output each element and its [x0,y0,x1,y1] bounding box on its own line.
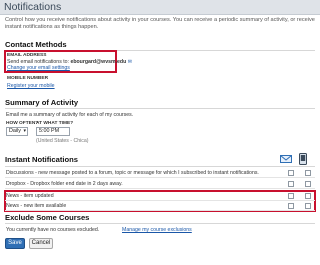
window-title: Notifications [4,1,62,13]
exclude-courses-heading: Exclude Some Courses [5,213,90,222]
time-label: AT WHAT TIME? [36,121,74,126]
divider [5,223,315,224]
how-often-label: HOW OFTEN? [6,121,39,126]
notification-text: News - item updated [6,193,54,199]
save-button[interactable]: Save [5,238,25,249]
how-often-value: Daily [9,128,21,134]
mobile-checkbox[interactable] [305,181,311,187]
exclusion-status-text: You currently have no courses excluded. [6,227,100,233]
email-checkbox[interactable] [288,181,294,187]
cancel-button[interactable]: Cancel [29,238,53,249]
notification-row-discussions: Discussions - new message posted to a fo… [5,168,315,178]
notification-text: Discussions - new message posted to a fo… [6,170,259,176]
email-checkbox[interactable] [288,170,294,176]
divider [5,166,315,167]
mobile-phone-icon [299,153,307,165]
email-checkbox[interactable] [288,193,294,199]
mobile-checkbox[interactable] [305,193,311,199]
email-address-label: EMAIL ADDRESS [7,53,47,58]
summary-heading: Summary of Activity [5,98,79,107]
envelope-icon: ✉ [127,59,133,65]
divider [5,108,315,109]
mobile-checkbox[interactable] [305,170,311,176]
email-column-icon [280,155,292,163]
register-mobile-link[interactable]: Register your mobile [7,83,55,89]
window-title-bar: Notifications [0,0,320,15]
notification-text: Dropbox - Dropbox folder end date in 2 d… [6,181,123,187]
how-often-select[interactable]: Daily ▾ [6,127,28,136]
notification-row-news-new: News - new item available [5,201,315,211]
summary-description: Email me a summary of activity for each … [6,112,134,118]
notification-text: News - new item available [6,203,67,209]
instant-notifications-heading: Instant Notifications [5,155,78,164]
change-email-settings-link[interactable]: Change your email settings [7,65,70,71]
chevron-down-icon: ▾ [23,128,26,134]
mobile-number-label: MOBILE NUMBER [7,76,49,81]
timezone-text: (United States - Chica) [36,138,89,144]
intro-text: Control how you receive notifications ab… [5,17,315,30]
notification-row-dropbox: Dropbox - Dropbox folder end date in 2 d… [5,179,315,189]
time-input[interactable]: 5:00 PM [36,127,70,136]
mobile-checkbox[interactable] [305,203,311,209]
email-checkbox[interactable] [288,203,294,209]
email-address-value: ebourgard@wvsm.edu [70,59,127,65]
manage-course-exclusions-link[interactable]: Manage my course exclusions [122,227,192,233]
notification-row-news-updated: News - item updated [5,191,315,201]
contact-methods-heading: Contact Methods [5,40,67,49]
